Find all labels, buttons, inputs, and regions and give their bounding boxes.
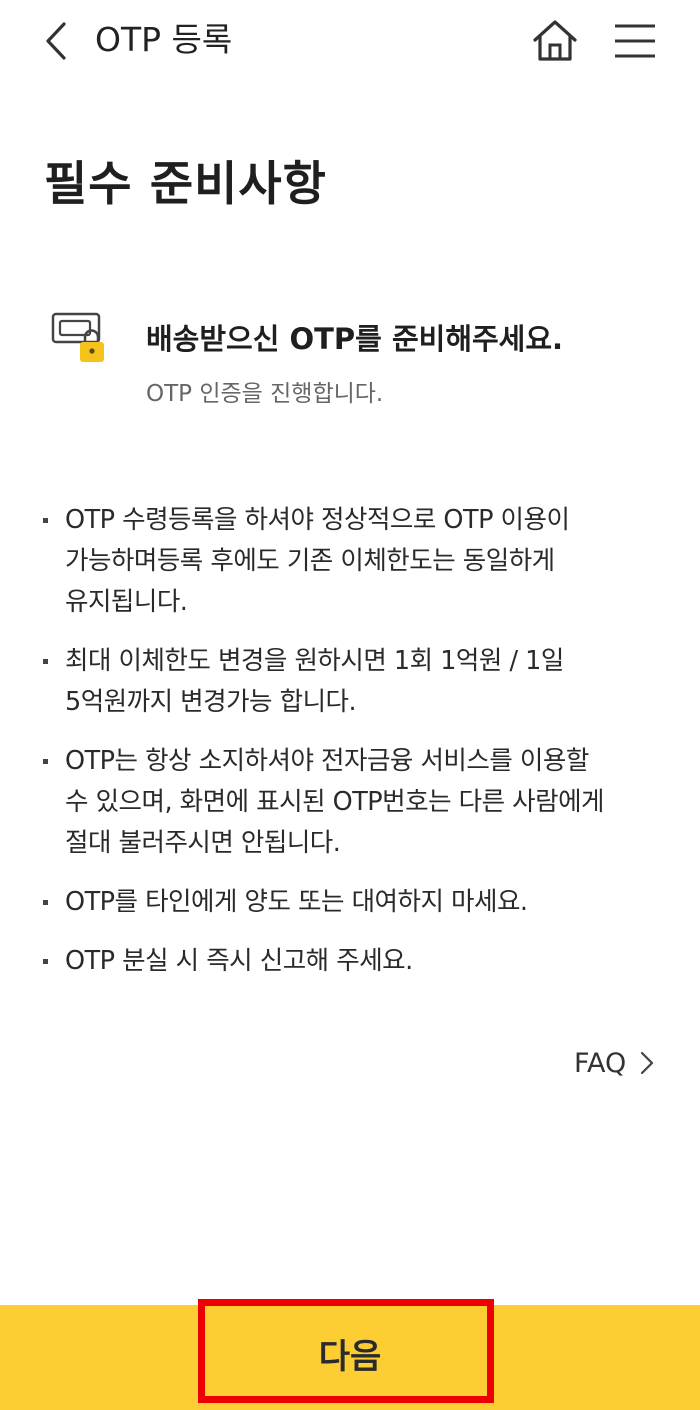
notice-subtext: OTP 인증을 진행합니다. [146, 381, 384, 407]
bullet-text: OTP 수령등록을 하셔야 정상적으로 OTP 이용이 [65, 505, 570, 535]
next-button[interactable]: 다음 [0, 1305, 700, 1410]
bullet-text: 절대 불러주시면 안됩니다. [65, 828, 341, 858]
bullet-text: 5억원까지 변경가능 합니다. [65, 687, 357, 717]
next-button-label: 다음 [318, 1337, 382, 1377]
bullet-marker [43, 659, 48, 664]
otp-card-lock-icon [51, 312, 104, 362]
bullet-text: OTP를 타인에게 양도 또는 대여하지 마세요. [65, 887, 528, 917]
bullet-text: 최대 이체한도 변경을 원하시면 1회 1억원 / 1일 [65, 646, 564, 676]
menu-button[interactable] [610, 18, 660, 64]
hamburger-menu-icon [615, 24, 655, 58]
notice-bullet-list: OTP 수령등록을 하셔야 정상적으로 OTP 이용이 가능하며등록 후에도 기… [40, 500, 670, 1000]
bullet-text: 가능하며등록 후에도 기존 이체한도는 동일하게 [65, 546, 555, 576]
bullet-text: OTP는 항상 소지하셔야 전자금융 서비스를 이용할 [65, 746, 589, 776]
bullet-marker [43, 959, 48, 964]
bullet-marker [43, 518, 48, 523]
home-icon [533, 20, 577, 61]
bullet-text: OTP 분실 시 즉시 신고해 주세요. [65, 946, 413, 976]
bullet-item: OTP 수령등록을 하셔야 정상적으로 OTP 이용이 가능하며등록 후에도 기… [40, 500, 670, 623]
bullet-text: 수 있으며, 화면에 표시된 OTP번호는 다른 사람에게 [65, 787, 605, 817]
faq-label: FAQ [574, 1047, 627, 1079]
bullet-item: OTP를 타인에게 양도 또는 대여하지 마세요. [40, 882, 670, 923]
bullet-item: OTP는 항상 소지하셔야 전자금융 서비스를 이용할 수 있으며, 화면에 표… [40, 741, 670, 864]
bullet-marker [43, 759, 48, 764]
back-button[interactable] [38, 18, 78, 64]
bullet-item: OTP 분실 시 즉시 신고해 주세요. [40, 941, 670, 982]
top-app-bar: OTP 등록 [0, 0, 700, 84]
bullet-marker [43, 900, 48, 905]
bullet-text: 유지됩니다. [65, 587, 188, 617]
page-title: 필수 준비사항 [44, 157, 327, 212]
bullet-item: 최대 이체한도 변경을 원하시면 1회 1억원 / 1일 5억원까지 변경가능 … [40, 641, 670, 723]
faq-link[interactable]: FAQ [574, 1043, 654, 1083]
chevron-right-icon [641, 1051, 654, 1075]
notice-heading: 배송받으신 OTP를 준비해주세요. [146, 322, 564, 356]
chevron-left-icon [46, 22, 66, 60]
header-title: OTP 등록 [95, 20, 233, 59]
home-button[interactable] [530, 18, 580, 64]
otp-registration-screen: OTP 등록 필수 준비사항 배송받으신 OTP를 준비해주세요. OTP 인증… [0, 0, 700, 1410]
